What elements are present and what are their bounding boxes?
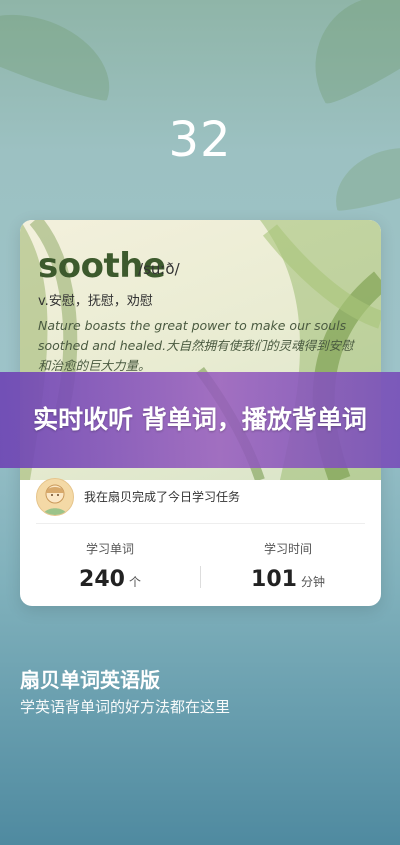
overlay-banner-text: 实时收听 背单词，播放背单词 — [33, 405, 367, 434]
word-phonetic: /suːð/ — [138, 260, 180, 278]
stat-words-unit: 个 — [128, 575, 141, 589]
stat-words: 学习单词 240 个 — [30, 540, 190, 592]
overlay-banner: 实时收听 背单词，播放背单词 — [0, 372, 400, 468]
stat-words-label: 学习单词 — [85, 542, 134, 556]
app-title: 扇贝单词英语版 — [20, 668, 160, 692]
stat-words-value: 240 — [79, 567, 125, 592]
stat-time-value: 101 — [251, 567, 297, 592]
user-row: 我在扇贝完成了今日学习任务 — [36, 478, 366, 518]
background-leaf — [0, 0, 126, 106]
day-count: 32 — [168, 112, 232, 168]
user-status-text: 我在扇贝完成了今日学习任务 — [84, 490, 241, 504]
user-avatar-icon — [36, 478, 74, 516]
divider — [36, 523, 365, 524]
stat-divider — [200, 566, 201, 588]
app-subtitle: 学英语背单词的好方法都在这里 — [20, 698, 231, 716]
stat-time-label: 学习时间 — [263, 542, 312, 556]
stat-time-unit: 分钟 — [300, 575, 325, 589]
background-leaf — [289, 0, 400, 110]
word-example: Nature boasts the great power to make ou… — [38, 318, 354, 373]
word-meaning: v.安慰，抚慰，劝慰 — [38, 294, 153, 309]
stat-time: 学习时间 101 分钟 — [208, 540, 368, 592]
